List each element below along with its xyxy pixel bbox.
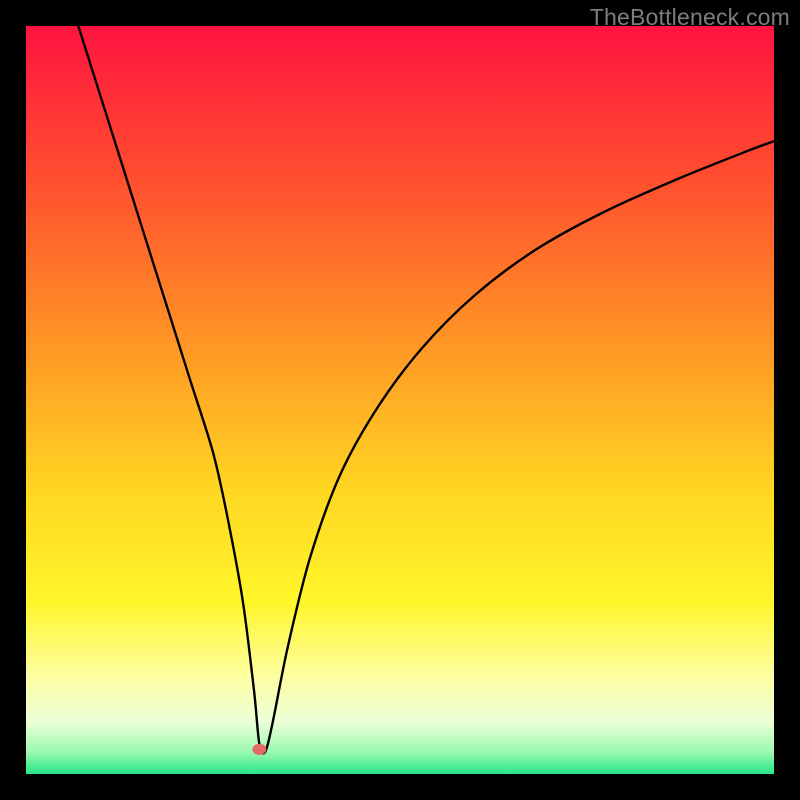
minimum-marker xyxy=(252,744,266,755)
chart-frame xyxy=(26,26,774,774)
bottleneck-chart xyxy=(26,26,774,774)
gradient-background xyxy=(26,26,774,774)
watermark-text: TheBottleneck.com xyxy=(590,4,790,31)
